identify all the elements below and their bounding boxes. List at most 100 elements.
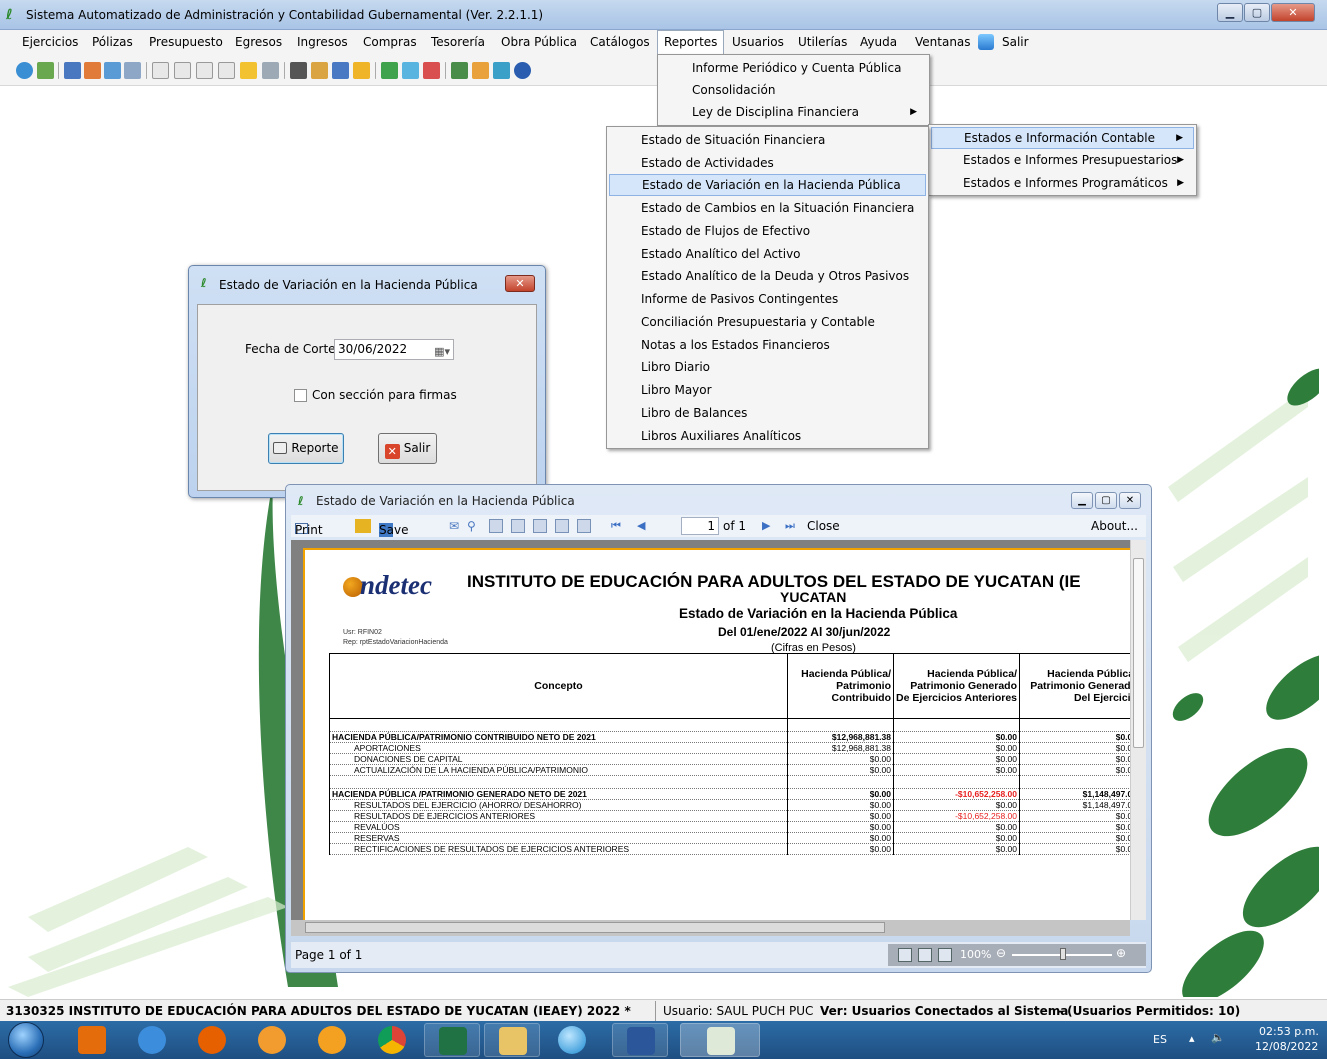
menu-item-notas[interactable]: Notas a los Estados Financieros	[609, 334, 926, 356]
viewer-maximize-button[interactable]: ▢	[1095, 492, 1117, 509]
menu-item-estados-contable[interactable]: Estados e Información Contable ▶	[931, 127, 1194, 149]
taskbar-app1[interactable]	[244, 1023, 300, 1057]
menu-item-consolidacion[interactable]: Consolidación	[660, 79, 927, 101]
menu-utilerias[interactable]: Utilerías	[792, 30, 853, 54]
taskbar-explorer[interactable]	[484, 1023, 540, 1057]
menu-item-conciliacion[interactable]: Conciliación Presupuestaria y Contable	[609, 311, 926, 333]
menu-tesoreria[interactable]: Tesorería	[425, 30, 491, 54]
clock-date[interactable]: 12/08/2022	[1255, 1040, 1318, 1053]
pb-icon[interactable]	[240, 62, 257, 79]
show-hidden-icons-icon[interactable]: ▴	[1189, 1032, 1195, 1045]
users-icon[interactable]	[64, 62, 81, 79]
menu-item-analitico-deuda[interactable]: Estado Analítico de la Deuda y Otros Pas…	[609, 265, 926, 287]
menu-item-pasivos-contingentes[interactable]: Informe de Pasivos Contingentes	[609, 288, 926, 310]
fecha-corte-picker[interactable]: 30/06/2022 ▦▾	[334, 339, 454, 360]
menu-compras[interactable]: Compras	[357, 30, 423, 54]
horizontal-scrollbar[interactable]	[291, 920, 1130, 936]
minimize-button[interactable]: ▁	[1217, 3, 1243, 22]
print-icon[interactable]	[262, 62, 279, 79]
volume-icon[interactable]: 🔈	[1211, 1031, 1225, 1044]
find-icon[interactable]: ⚲	[467, 519, 476, 533]
taskbar-app3[interactable]	[544, 1023, 600, 1057]
tree-icon[interactable]	[451, 62, 468, 79]
clock-time[interactable]: 02:53 p.m.	[1259, 1025, 1319, 1038]
taskbar-saacg[interactable]	[680, 1023, 760, 1057]
report-canvas[interactable]: ndetec Usr: RFIN02 Rep: rptEstadoVariaci…	[291, 540, 1130, 920]
menu-item-situacion-financiera[interactable]: Estado de Situación Financiera	[609, 129, 926, 151]
menu-item-ley-disciplina[interactable]: Ley de Disciplina Financiera ▶	[660, 101, 927, 123]
menu-obra-publica[interactable]: Obra Pública	[495, 30, 583, 54]
layout-icon[interactable]	[511, 519, 525, 533]
email-icon[interactable]: ✉	[449, 519, 459, 533]
menu-item-estados-presupuestarios[interactable]: Estados e Informes Presupuestarios ▶	[931, 149, 1194, 171]
menu-item-informe-periodico[interactable]: Informe Periódico y Cuenta Pública	[660, 57, 927, 79]
chart-icon[interactable]	[423, 62, 440, 79]
people-icon[interactable]	[332, 62, 349, 79]
open-folder-icon[interactable]	[355, 519, 371, 533]
taskbar-firefox[interactable]	[184, 1023, 240, 1057]
menu-item-estados-programaticos[interactable]: Estados e Informes Programáticos ▶	[931, 172, 1194, 194]
menu-item-analitico-activo[interactable]: Estado Analítico del Activo	[609, 243, 926, 265]
menu-item-libro-balances[interactable]: Libro de Balances	[609, 402, 926, 424]
next-page-icon[interactable]: ▶	[762, 519, 770, 532]
viewer-minimize-button[interactable]: ▁	[1071, 492, 1093, 509]
scroll-thumb[interactable]	[305, 922, 885, 933]
e-icon[interactable]	[196, 62, 213, 79]
taskbar-outlook[interactable]	[64, 1023, 120, 1057]
copy-icon[interactable]	[533, 519, 547, 533]
menu-ayuda[interactable]: Ayuda	[854, 30, 903, 54]
calendar-dropdown-icon[interactable]: ▦▾	[434, 342, 450, 361]
viewer-close-button[interactable]: ✕	[1119, 492, 1141, 509]
fit-width-icon[interactable]	[918, 948, 932, 962]
menu-item-variacion-hacienda[interactable]: Estado de Variación en la Hacienda Públi…	[609, 174, 926, 196]
zoom-in-icon[interactable]: ⊕	[1116, 946, 1126, 960]
dialog-close-button[interactable]: ✕	[505, 275, 535, 292]
scroll-thumb[interactable]	[1133, 558, 1144, 748]
vertical-scrollbar[interactable]	[1130, 540, 1146, 920]
package-icon[interactable]	[353, 62, 370, 79]
actual-size-icon[interactable]	[938, 948, 952, 962]
edit-icon[interactable]	[311, 62, 328, 79]
menu-item-actividades[interactable]: Estado de Actividades	[609, 152, 926, 174]
save-button[interactable]: Save ▾	[379, 519, 408, 537]
parameters-icon[interactable]	[577, 519, 591, 533]
form-icon[interactable]	[104, 62, 121, 79]
taskbar-chrome[interactable]	[364, 1023, 420, 1057]
start-button[interactable]	[8, 1022, 44, 1058]
transfer-icon[interactable]	[84, 62, 101, 79]
zoom-slider-handle[interactable]	[1060, 948, 1066, 960]
about-button[interactable]: About...	[1091, 519, 1138, 533]
taskbar-excel[interactable]	[424, 1023, 480, 1057]
user-icon[interactable]	[472, 62, 489, 79]
last-page-icon[interactable]: ⏭	[785, 519, 795, 533]
menu-item-libro-diario[interactable]: Libro Diario	[609, 356, 926, 378]
menu-salir[interactable]: Salir	[996, 30, 1035, 54]
menu-reportes[interactable]: Reportes	[657, 30, 725, 54]
menu-egresos[interactable]: Egresos	[229, 30, 288, 54]
window-icon[interactable]	[493, 62, 510, 79]
menu-ventanas[interactable]: Ventanas	[909, 30, 977, 54]
taskbar-app2[interactable]	[304, 1023, 360, 1057]
calc-icon[interactable]	[381, 62, 398, 79]
menu-ingresos[interactable]: Ingresos	[291, 30, 354, 54]
c-icon[interactable]	[152, 62, 169, 79]
menu-presupuesto[interactable]: Presupuesto	[143, 30, 229, 54]
language-indicator[interactable]: ES	[1153, 1033, 1167, 1046]
page-number-input[interactable]: 1	[681, 517, 719, 535]
menu-usuarios[interactable]: Usuarios	[726, 30, 790, 54]
clipboard-icon[interactable]	[290, 62, 307, 79]
d-icon[interactable]	[174, 62, 191, 79]
menu-item-libros-auxiliares[interactable]: Libros Auxiliares Analíticos	[609, 425, 926, 447]
first-page-icon[interactable]: ⏮	[611, 519, 621, 533]
p-icon[interactable]	[218, 62, 235, 79]
firmas-checkbox[interactable]	[294, 389, 307, 402]
menu-item-cambios-situacion[interactable]: Estado de Cambios en la Situación Financ…	[609, 197, 926, 219]
close-button[interactable]: ✕	[1271, 3, 1315, 22]
reporte-button[interactable]: Reporte	[268, 433, 344, 464]
menu-item-libro-mayor[interactable]: Libro Mayor	[609, 379, 926, 401]
tools-icon[interactable]	[402, 62, 419, 79]
taskbar-word[interactable]	[612, 1023, 668, 1057]
refresh-icon[interactable]	[16, 62, 33, 79]
zoom-out-icon[interactable]: ⊖	[996, 946, 1006, 960]
maximize-button[interactable]: ▢	[1244, 3, 1270, 22]
